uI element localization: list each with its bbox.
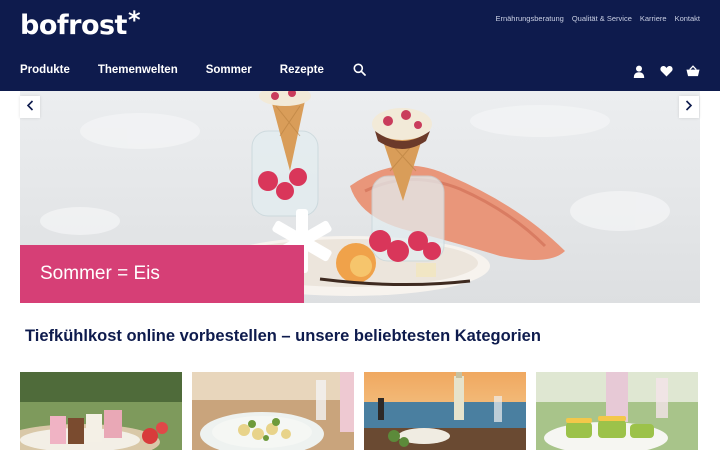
- nav-item-themenwelten[interactable]: Themenwelten: [98, 64, 178, 76]
- section-title: Tiefkühlkost online vorbestellen – unser…: [25, 327, 541, 345]
- carousel-prev-button[interactable]: [20, 96, 40, 118]
- main-navigation: Produkte Themenwelten Sommer Rezepte: [20, 63, 368, 77]
- logo-star: *: [127, 6, 141, 34]
- heart-icon[interactable]: [659, 64, 673, 78]
- bofrost-logo[interactable]: bofrost *: [20, 6, 141, 41]
- basket-icon[interactable]: [686, 64, 700, 78]
- category-image: [364, 372, 526, 450]
- hero-banner-text: Sommer = Eis: [40, 263, 160, 284]
- logo-text: bofrost: [20, 10, 127, 41]
- category-tile[interactable]: [364, 372, 526, 450]
- category-tile[interactable]: [192, 372, 354, 450]
- nav-item-produkte[interactable]: Produkte: [20, 64, 70, 76]
- category-tile[interactable]: [20, 372, 182, 450]
- meta-link-karriere[interactable]: Karriere: [640, 14, 667, 23]
- category-tile[interactable]: [536, 372, 698, 450]
- search-icon[interactable]: [352, 61, 368, 77]
- category-tiles: [20, 372, 698, 450]
- site-header: bofrost * Ernährungsberatung Qualität & …: [0, 0, 720, 91]
- chevron-left-icon: [26, 98, 34, 116]
- chevron-right-icon: [685, 98, 693, 116]
- meta-link-ernaehrungsberatung[interactable]: Ernährungsberatung: [495, 14, 563, 23]
- category-image: [536, 372, 698, 450]
- carousel-next-button[interactable]: [679, 96, 699, 118]
- hero-banner[interactable]: Sommer = Eis: [20, 245, 304, 303]
- nav-item-sommer[interactable]: Sommer: [206, 64, 252, 76]
- header-actions: [632, 64, 700, 78]
- meta-link-kontakt[interactable]: Kontakt: [675, 14, 700, 23]
- user-icon[interactable]: [632, 64, 646, 78]
- meta-navigation: Ernährungsberatung Qualität & Service Ka…: [495, 14, 700, 23]
- category-image: [20, 372, 182, 450]
- category-image: [192, 372, 354, 450]
- nav-item-rezepte[interactable]: Rezepte: [280, 64, 324, 76]
- meta-link-qualitaet-service[interactable]: Qualität & Service: [572, 14, 632, 23]
